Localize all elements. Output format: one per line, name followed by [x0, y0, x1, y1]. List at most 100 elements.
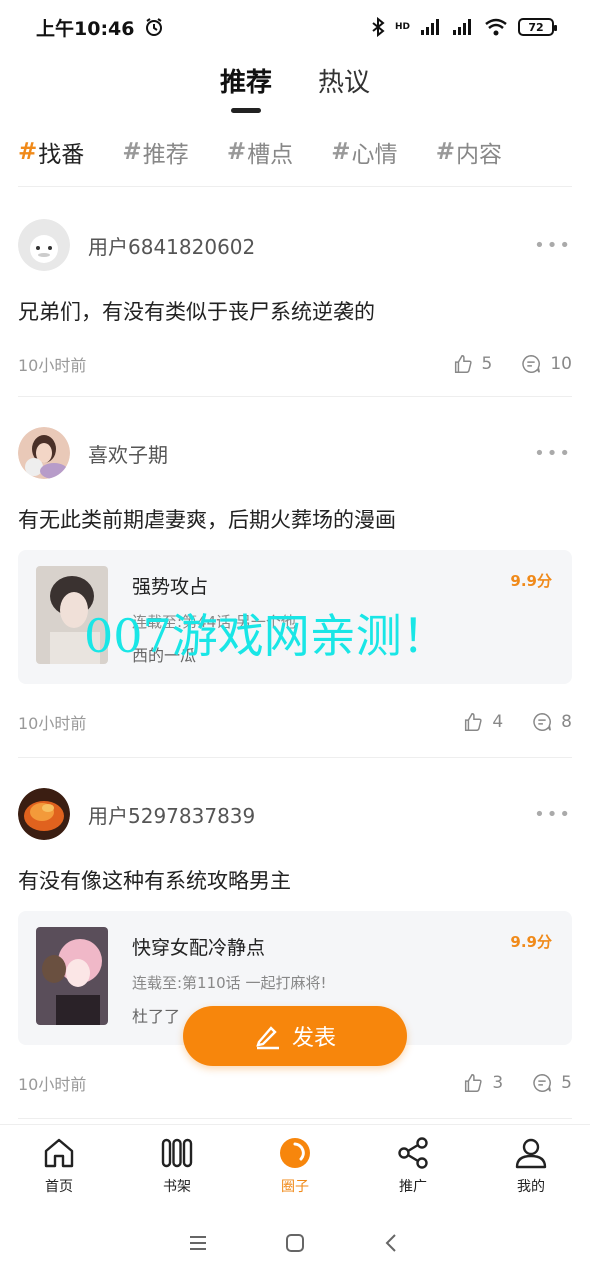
thumb-up-icon [454, 355, 472, 373]
nav-label: 推广 [399, 1178, 427, 1195]
status-time: 上午10:46 [36, 14, 164, 41]
book-cover[interactable] [36, 927, 108, 1025]
divider [18, 1118, 572, 1119]
bottom-nav: 首页 书架 圈子 推广 我的 [0, 1124, 590, 1206]
avatar[interactable] [18, 427, 70, 479]
post-text[interactable]: 兄弟们，有没有类似于丧尸系统逆袭的 [18, 296, 572, 326]
post-button[interactable]: 发表 [183, 1006, 407, 1066]
book-cover[interactable] [36, 566, 108, 664]
post-header: 用户6841820602 ••• [18, 218, 572, 272]
book-score: 9.9分 [510, 572, 552, 590]
nav-label: 首页 [45, 1178, 73, 1195]
like-button[interactable]: 4 [462, 711, 503, 733]
avatar[interactable] [18, 219, 70, 271]
nav-bookshelf[interactable]: 书架 [127, 1136, 227, 1196]
bluetooth-icon [372, 17, 385, 37]
post-text[interactable]: 有没有像这种有系统攻略男主 [18, 865, 572, 895]
like-count: 3 [492, 1073, 504, 1093]
hashtag-label: 内容 [455, 142, 502, 168]
post-header: 用户5297837839 ••• [18, 787, 572, 841]
comment-icon [522, 355, 541, 373]
post-button-label: 发表 [291, 1026, 336, 1051]
book-progress: 连载至:第44话 另一个他 [132, 613, 296, 631]
system-nav-bar [0, 1208, 590, 1278]
username[interactable]: 用户5297837839 [88, 800, 534, 829]
hashtag-label: 心情 [351, 142, 398, 168]
share-icon [398, 1136, 428, 1169]
clock-text: 上午10:46 [36, 17, 135, 40]
battery-icon: 72 [518, 18, 557, 36]
hashtag-find-anime[interactable]: # 找番 [18, 132, 84, 172]
nav-home[interactable]: 首页 [9, 1136, 109, 1196]
thumb-up-icon [465, 713, 482, 731]
hashtag-complaints[interactable]: # 槽点 [227, 132, 293, 172]
book-progress: 连载至:第110话 一起打麻将! [132, 974, 327, 992]
thumb-up-icon [465, 1074, 482, 1092]
post-time: 10小时前 [18, 714, 87, 733]
divider [18, 396, 572, 397]
nav-mine[interactable]: 我的 [481, 1136, 581, 1196]
post-time: 10小时前 [18, 1075, 87, 1094]
post-card[interactable]: 用户6841820602 ••• 兄弟们，有没有类似于丧尸系统逆袭的 10小时前… [18, 218, 572, 376]
status-bar: 上午10:46 HD 72 [0, 0, 590, 54]
nav-promote[interactable]: 推广 [363, 1136, 463, 1196]
post-footer: 10小时前 4 8 [18, 710, 572, 734]
book-title: 快穿女配冷静点 [132, 937, 266, 959]
user-icon [515, 1138, 547, 1168]
comment-button[interactable]: 5 [531, 1072, 572, 1094]
divider [18, 757, 572, 758]
post-time: 10小时前 [18, 356, 87, 375]
book-score: 9.9分 [510, 933, 552, 951]
post-footer: 10小时前 5 10 [18, 352, 572, 376]
username[interactable]: 喜欢子期 [88, 439, 534, 468]
like-button[interactable]: 5 [452, 353, 493, 375]
comment-icon [533, 713, 552, 731]
status-icons: HD 72 [371, 17, 557, 37]
avatar[interactable] [18, 788, 70, 840]
signal-icon-2 [453, 19, 471, 35]
home-square-icon[interactable] [284, 1232, 306, 1254]
hashtag-label: 推荐 [142, 142, 189, 168]
nav-label: 我的 [517, 1178, 545, 1195]
pen-icon [256, 1026, 279, 1050]
more-options-icon[interactable]: ••• [534, 235, 572, 256]
comment-button[interactable]: 10 [520, 353, 572, 375]
book-card[interactable]: 强势攻占 连载至:第44话 另一个他 西的一瓜 9.9分 [18, 550, 572, 684]
comment-count: 10 [550, 354, 572, 374]
hashtag-bar: # 找番 # 推荐 # 槽点 # 心情 # 内容 [18, 132, 572, 172]
wifi-icon [485, 18, 507, 36]
like-button[interactable]: 3 [462, 1072, 503, 1094]
more-options-icon[interactable]: ••• [534, 443, 572, 464]
more-options-icon[interactable]: ••• [534, 804, 572, 825]
back-icon[interactable] [381, 1232, 403, 1254]
comment-button[interactable]: 8 [531, 711, 572, 733]
book-note: 西的一瓜 [132, 646, 197, 665]
top-tabs: 推荐 热议 [0, 56, 590, 116]
like-count: 4 [492, 712, 504, 732]
hashtag-content[interactable]: # 内容 [436, 132, 502, 172]
nav-circle[interactable]: 圈子 [245, 1136, 345, 1196]
comment-icon [533, 1074, 552, 1092]
nav-label: 书架 [163, 1178, 191, 1195]
username[interactable]: 用户6841820602 [88, 231, 534, 260]
tab-recommend[interactable]: 推荐 [220, 56, 272, 99]
post-card[interactable]: 喜欢子期 ••• 有无此类前期虐妻爽，后期火葬场的漫画 强势攻占 连载至:第44… [18, 426, 572, 734]
home-icon [44, 1138, 74, 1167]
alarm-icon [146, 18, 163, 36]
post-footer: 10小时前 3 5 [18, 1071, 572, 1095]
hashtag-label: 槽点 [247, 142, 294, 168]
bookshelf-icon [161, 1138, 193, 1167]
nav-label: 圈子 [281, 1178, 309, 1195]
tab-hot[interactable]: 热议 [318, 56, 370, 99]
menu-icon[interactable] [187, 1232, 209, 1254]
hashtag-mood[interactable]: # 心情 [331, 132, 397, 172]
hashtag-recommend[interactable]: # 推荐 [122, 132, 188, 172]
comment-count: 5 [561, 1073, 572, 1093]
signal-icon [421, 19, 439, 35]
divider [18, 186, 572, 187]
book-title: 强势攻占 [132, 576, 209, 598]
circle-icon [280, 1137, 310, 1168]
post-text[interactable]: 有无此类前期虐妻爽，后期火葬场的漫画 [18, 504, 572, 534]
network-type-label: HD [394, 22, 410, 32]
like-count: 5 [481, 354, 493, 374]
